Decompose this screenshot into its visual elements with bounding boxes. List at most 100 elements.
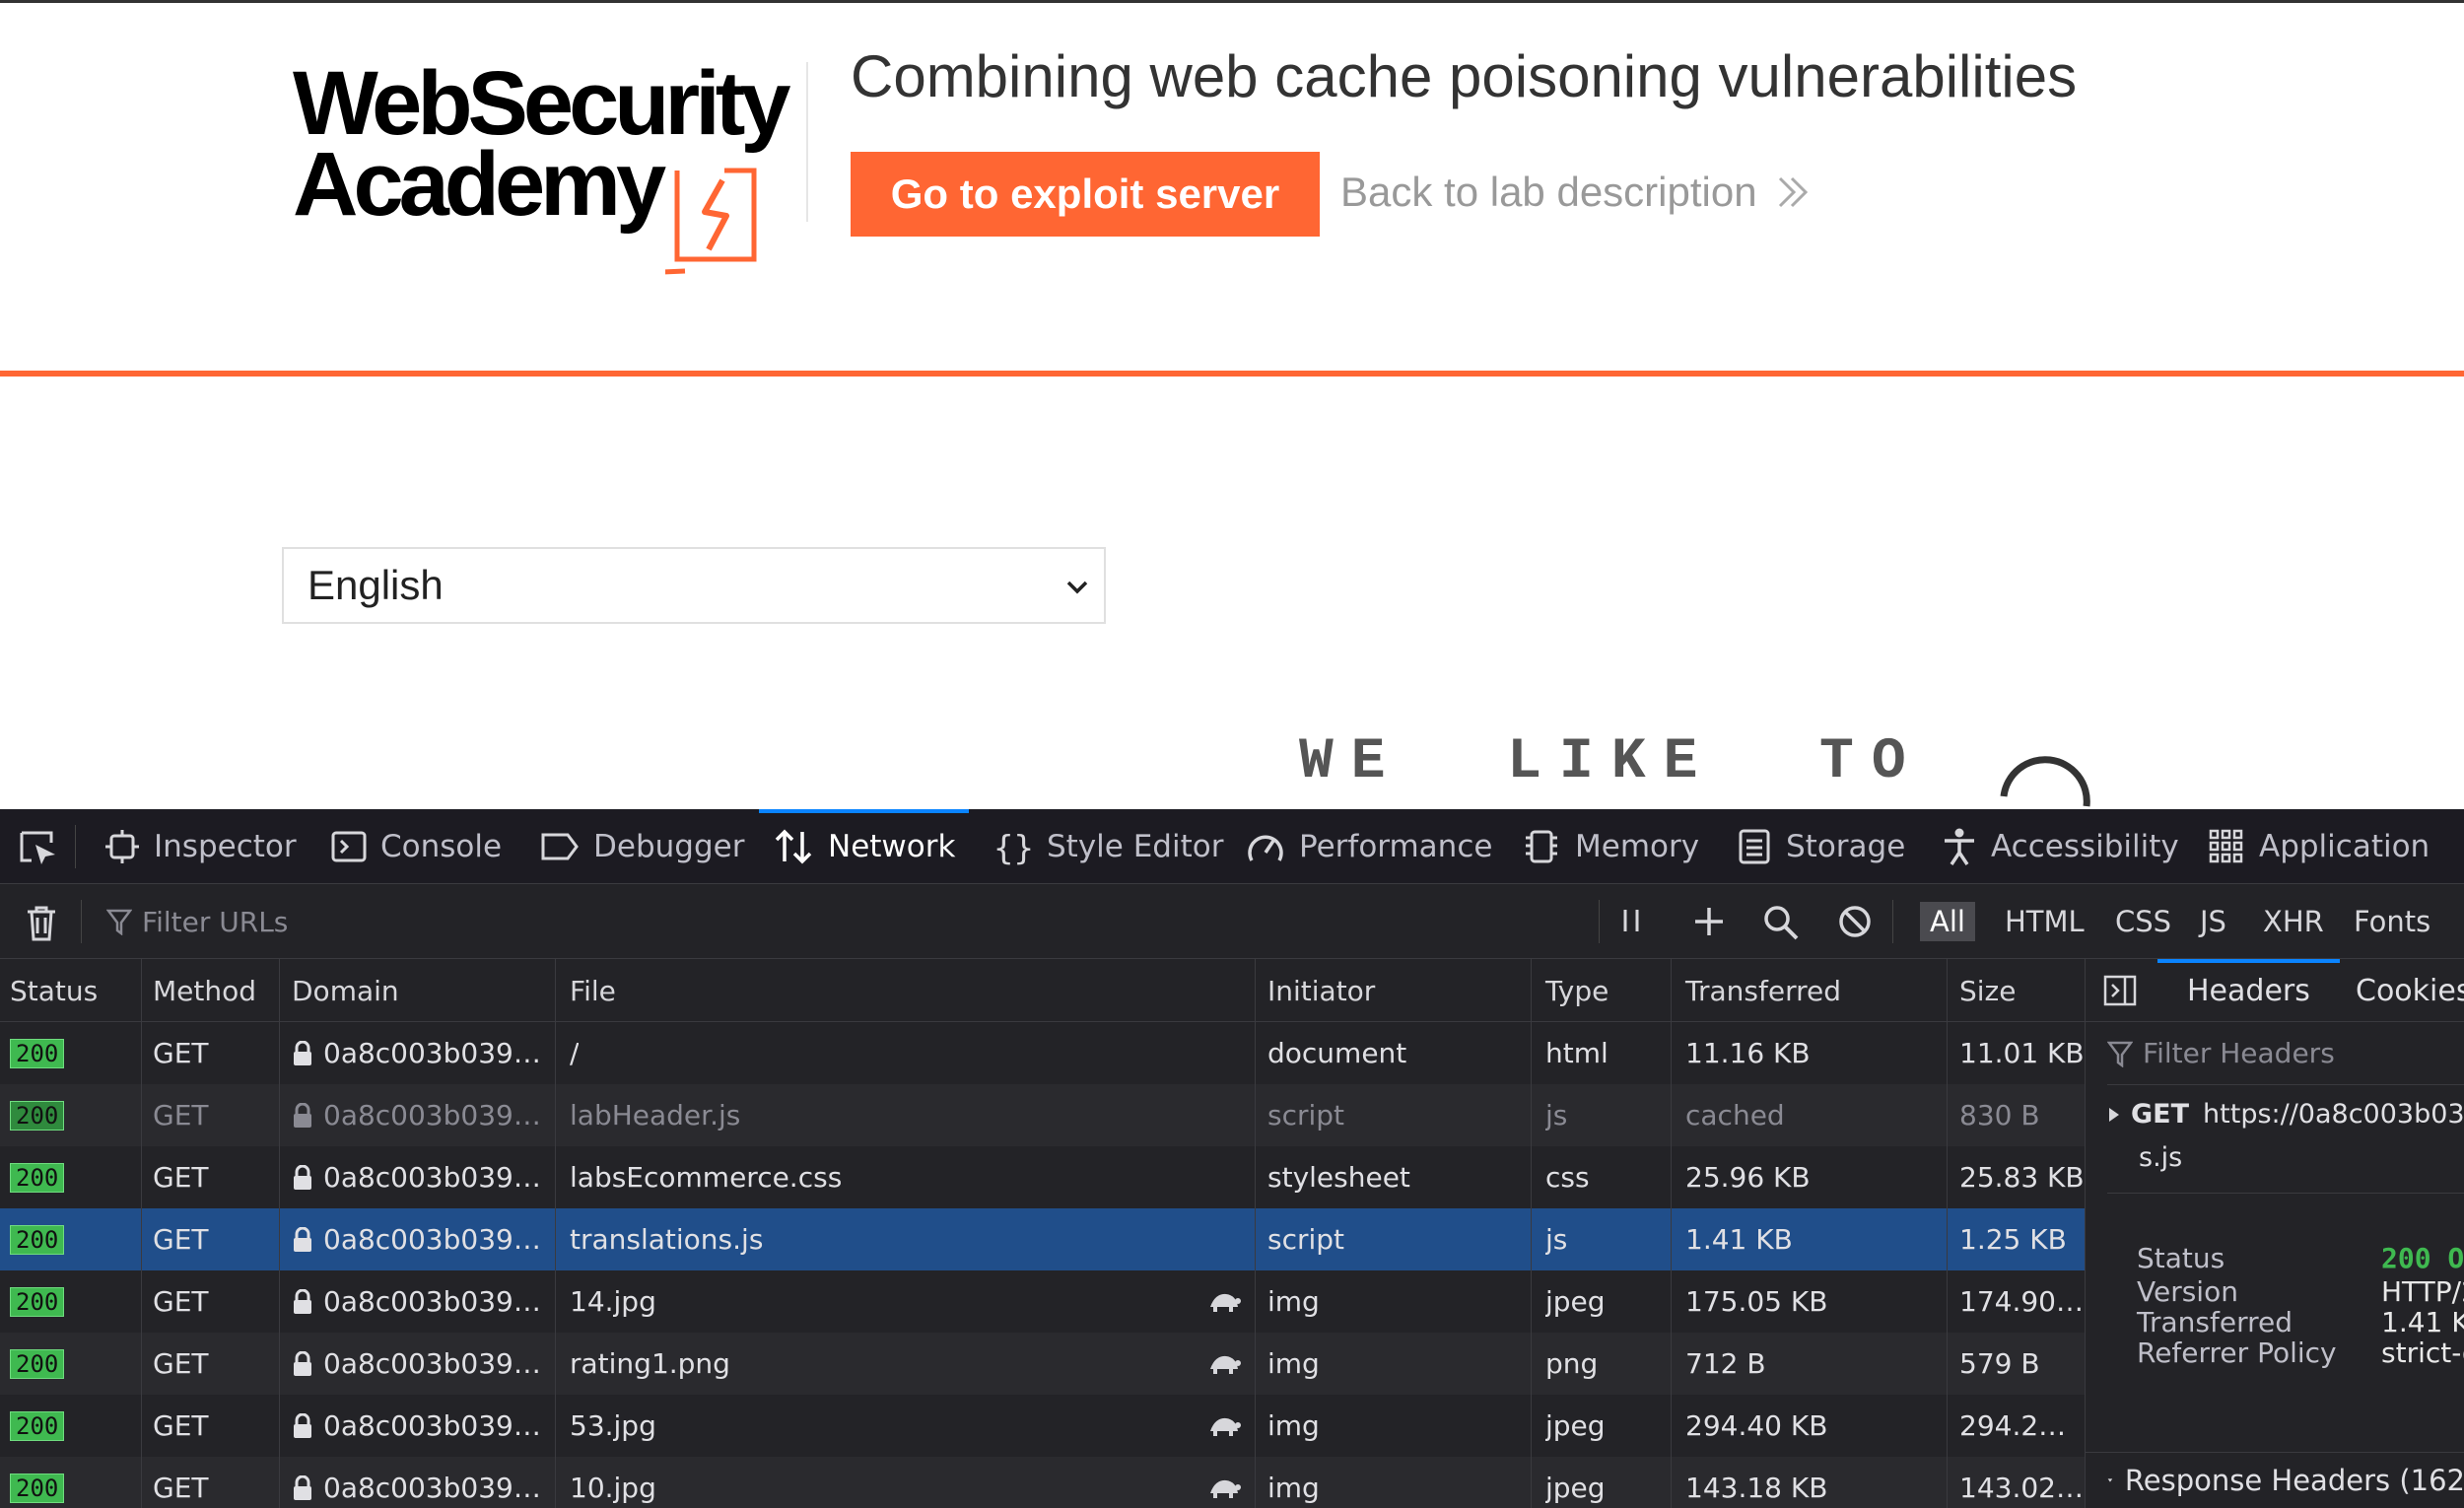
summary-referrer-policy: Referrer Policystrict-o (2137, 1337, 2464, 1369)
toggle-sidebar-icon[interactable] (2103, 975, 2137, 1006)
chevron-down-icon (1066, 581, 1088, 594)
col-status-cell: 200 (10, 1333, 65, 1395)
tab-performance[interactable]: Performance (1246, 809, 1492, 884)
element-picker-icon[interactable] (18, 829, 59, 866)
filter-headers-input[interactable]: Filter Headers (2107, 1022, 2464, 1085)
tab-network[interactable]: Network (758, 809, 970, 884)
devtools-tab-bar: Inspector Console Debugger Network {} St… (0, 809, 2464, 884)
summary-version: VersionHTTP/2 (2137, 1275, 2464, 1308)
language-select[interactable]: English (282, 547, 1106, 624)
double-chevron-right-icon[interactable] (1774, 172, 1814, 212)
col-type-cell: js (1545, 1223, 1568, 1256)
col-method-header[interactable]: Method (153, 959, 256, 1022)
col-file-cell: translations.js (570, 1223, 764, 1256)
language-select-value: English (308, 562, 444, 608)
col-type-cell: css (1545, 1161, 1590, 1194)
col-transferred-cell: 11.16 KB (1685, 1037, 1811, 1069)
col-size-cell: 579 B (1959, 1347, 2040, 1380)
col-type-cell: jpeg (1545, 1472, 1606, 1504)
header-orange-rule (0, 371, 2464, 377)
request-url-summary[interactable]: GET https://0a8c003b039 s.js (2107, 1085, 2464, 1194)
request-details-panel: Headers Cookies Filter Headers GET https… (2085, 959, 2464, 1508)
tab-inspector[interactable]: Inspector (104, 809, 297, 884)
table-row[interactable]: 200 GET 0a8c003b039… labsEcommerce.css style… (0, 1146, 2085, 1208)
col-size-cell: 1.25 KB (1959, 1223, 2067, 1256)
pause-icon[interactable] (1616, 904, 1646, 939)
table-row[interactable]: 200 GET 0a8c003b039… translations.js script j… (0, 1208, 2085, 1270)
status-badge: 200 (10, 1162, 65, 1193)
tab-style-editor[interactable]: {} Style Editor (993, 809, 1223, 884)
col-type-cell: png (1545, 1347, 1599, 1380)
accessibility-icon (1945, 828, 1974, 865)
status-badge: 200 (10, 1348, 65, 1379)
col-initiator-cell: stylesheet (1267, 1161, 1410, 1194)
col-method-cell: GET (153, 1099, 209, 1131)
request-url-continued: s.js (2139, 1142, 2183, 1173)
tab-headers[interactable]: Headers (2157, 959, 2340, 1022)
lock-icon (294, 1474, 311, 1500)
col-domain-cell: 0a8c003b039… (292, 1457, 541, 1508)
filter-fonts[interactable]: Fonts (2344, 902, 2440, 941)
col-method-cell: GET (153, 1347, 209, 1380)
trash-icon[interactable] (24, 904, 59, 943)
col-domain-cell: 0a8c003b039… (292, 1208, 541, 1270)
col-initiator-cell: img (1267, 1409, 1320, 1442)
braces-icon: {} (993, 829, 1033, 865)
lock-icon (294, 1040, 311, 1065)
col-status-cell: 200 (10, 1146, 65, 1208)
throttled-turtle-icon (1207, 1415, 1241, 1441)
tab-debugger[interactable]: Debugger (540, 809, 744, 884)
col-initiator-header[interactable]: Initiator (1267, 959, 1375, 1022)
table-row[interactable]: 200 GET 0a8c003b039… 10.jpg img jpeg 143.18 KB… (0, 1457, 2085, 1508)
col-transferred-header[interactable]: Transferred (1685, 959, 1841, 1022)
web-security-academy-logo[interactable]: WebSecurity Academy (281, 52, 803, 275)
tab-console[interactable]: Console (331, 809, 502, 884)
col-method-cell: GET (153, 1223, 209, 1256)
col-type-header[interactable]: Type (1545, 959, 1608, 1022)
network-toolbar: Filter URLs All HTML CSS JS XHR Fonts (0, 884, 2464, 959)
filter-xhr[interactable]: XHR (2253, 902, 2334, 941)
search-icon[interactable] (1762, 904, 1800, 941)
storage-icon (1739, 829, 1770, 864)
col-status-cell: 200 (10, 1395, 65, 1457)
col-file-cell: / (570, 1037, 580, 1069)
tab-memory[interactable]: Memory (1522, 809, 1699, 884)
filter-urls-input[interactable]: Filter URLs (106, 900, 1585, 943)
network-request-table: Status Method Domain File Initiator Type Trans… (0, 959, 2085, 1508)
filter-html[interactable]: HTML (1995, 902, 2094, 941)
network-icon (775, 829, 812, 864)
col-type-cell: html (1545, 1037, 1608, 1069)
col-status-header[interactable]: Status (10, 959, 98, 1022)
performance-icon (1248, 835, 1283, 861)
filter-js[interactable]: JS (2190, 902, 2236, 941)
table-row[interactable]: 200 GET 0a8c003b039… labHeader.js script js ca… (0, 1084, 2085, 1146)
table-row[interactable]: 200 GET 0a8c003b039… 14.jpg img jpeg 175.05 KB… (0, 1270, 2085, 1333)
col-domain-header[interactable]: Domain (292, 959, 399, 1022)
col-initiator-cell: document (1267, 1037, 1407, 1069)
col-size-cell: 830 B (1959, 1099, 2040, 1131)
filter-css[interactable]: CSS (2105, 902, 2181, 941)
triangle-right-icon (2109, 1107, 2119, 1122)
status-badge: 200 (10, 1038, 65, 1068)
response-headers-section[interactable]: Response Headers (162 (2086, 1452, 2464, 1508)
back-to-lab-description-link[interactable]: Back to lab description (1340, 169, 1757, 216)
col-type-cell: jpeg (1545, 1285, 1606, 1318)
tab-accessibility[interactable]: Accessibility (1942, 809, 2179, 884)
col-file-header[interactable]: File (570, 959, 616, 1022)
tab-storage[interactable]: Storage (1737, 809, 1905, 884)
plus-icon[interactable] (1691, 904, 1727, 939)
col-size-header[interactable]: Size (1959, 959, 2016, 1022)
table-row[interactable]: 200 GET 0a8c003b039… / document html 11.16 KB 1… (0, 1022, 2085, 1084)
throttled-turtle-icon (1207, 1477, 1241, 1503)
block-icon[interactable] (1837, 904, 1873, 939)
status-badge: 200 (10, 1410, 65, 1441)
throttled-turtle-icon (1207, 1353, 1241, 1379)
table-row[interactable]: 200 GET 0a8c003b039… 53.jpg img jpeg 294.40 KB… (0, 1395, 2085, 1457)
go-to-exploit-server-button[interactable]: Go to exploit server (851, 152, 1320, 237)
table-row[interactable]: 200 GET 0a8c003b039… rating1.png img png 712 B… (0, 1333, 2085, 1395)
tab-cookies[interactable]: Cookies (2356, 959, 2464, 1022)
throttled-turtle-icon (1207, 1291, 1241, 1317)
col-initiator-cell: img (1267, 1472, 1320, 1504)
tab-application[interactable]: Application (2208, 809, 2430, 884)
filter-all[interactable]: All (1920, 902, 1975, 941)
